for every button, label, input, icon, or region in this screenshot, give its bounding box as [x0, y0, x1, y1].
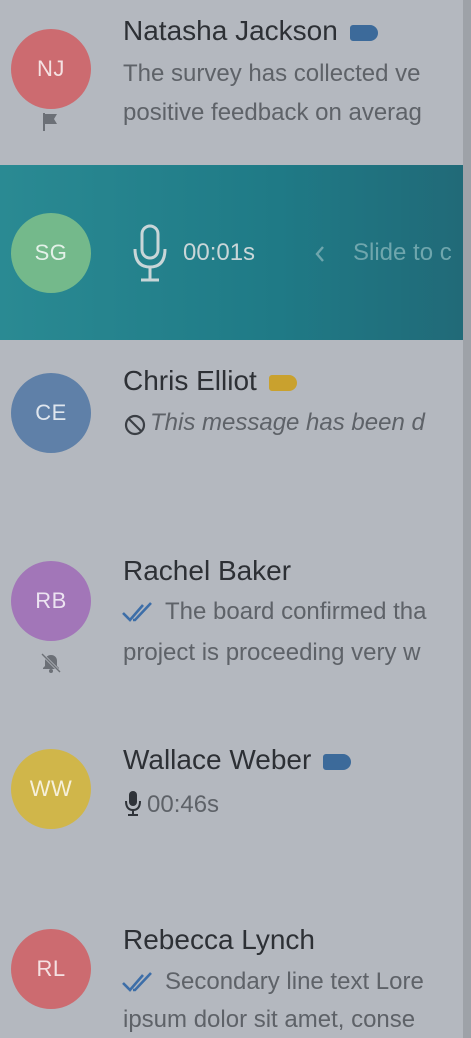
message-preview-2: positive feedback on averag: [123, 99, 422, 126]
list-edge: [463, 0, 471, 1038]
avatar: RB: [11, 561, 91, 641]
message-preview: Secondary line text Lore: [165, 968, 424, 995]
contact-name: Chris Elliot: [123, 365, 297, 397]
contact-name: Rebecca Lynch: [123, 924, 315, 955]
message-preview-2: project is proceeding very w: [123, 639, 421, 666]
avatar: NJ: [11, 29, 91, 109]
label-tag-icon: [349, 24, 378, 41]
voice-message-duration: 00:46s: [147, 791, 220, 818]
contact-name: Rachel Baker: [123, 555, 292, 586]
message-preview: This message has been d: [150, 409, 425, 436]
recording-timer: 00:01s: [183, 239, 256, 266]
mic-icon[interactable]: [130, 223, 170, 285]
avatar: WW: [11, 749, 91, 829]
contact-name: Natasha Jackson: [123, 15, 378, 47]
chevron-left-icon: [315, 246, 324, 262]
label-tag-icon: [268, 374, 297, 391]
conversation-list: [0, 0, 463, 1038]
slide-to-cancel-text: Slide to c: [353, 239, 452, 266]
bell-off-icon: [40, 652, 62, 674]
message-preview-2: ipsum dolor sit amet, conse: [123, 1006, 416, 1033]
flag-icon: [43, 113, 57, 131]
avatar: SG: [11, 213, 91, 293]
mic-icon: [125, 791, 141, 816]
blocked-icon: [124, 414, 146, 436]
label-tag-icon: [323, 753, 352, 770]
avatar: RL: [11, 929, 91, 1009]
message-preview: The survey has collected ve: [123, 60, 421, 87]
double-check-icon: [122, 602, 152, 622]
message-preview: The board confirmed tha: [165, 598, 427, 625]
double-check-icon: [122, 972, 152, 992]
contact-name: Wallace Weber: [123, 744, 352, 776]
avatar: CE: [11, 373, 91, 453]
